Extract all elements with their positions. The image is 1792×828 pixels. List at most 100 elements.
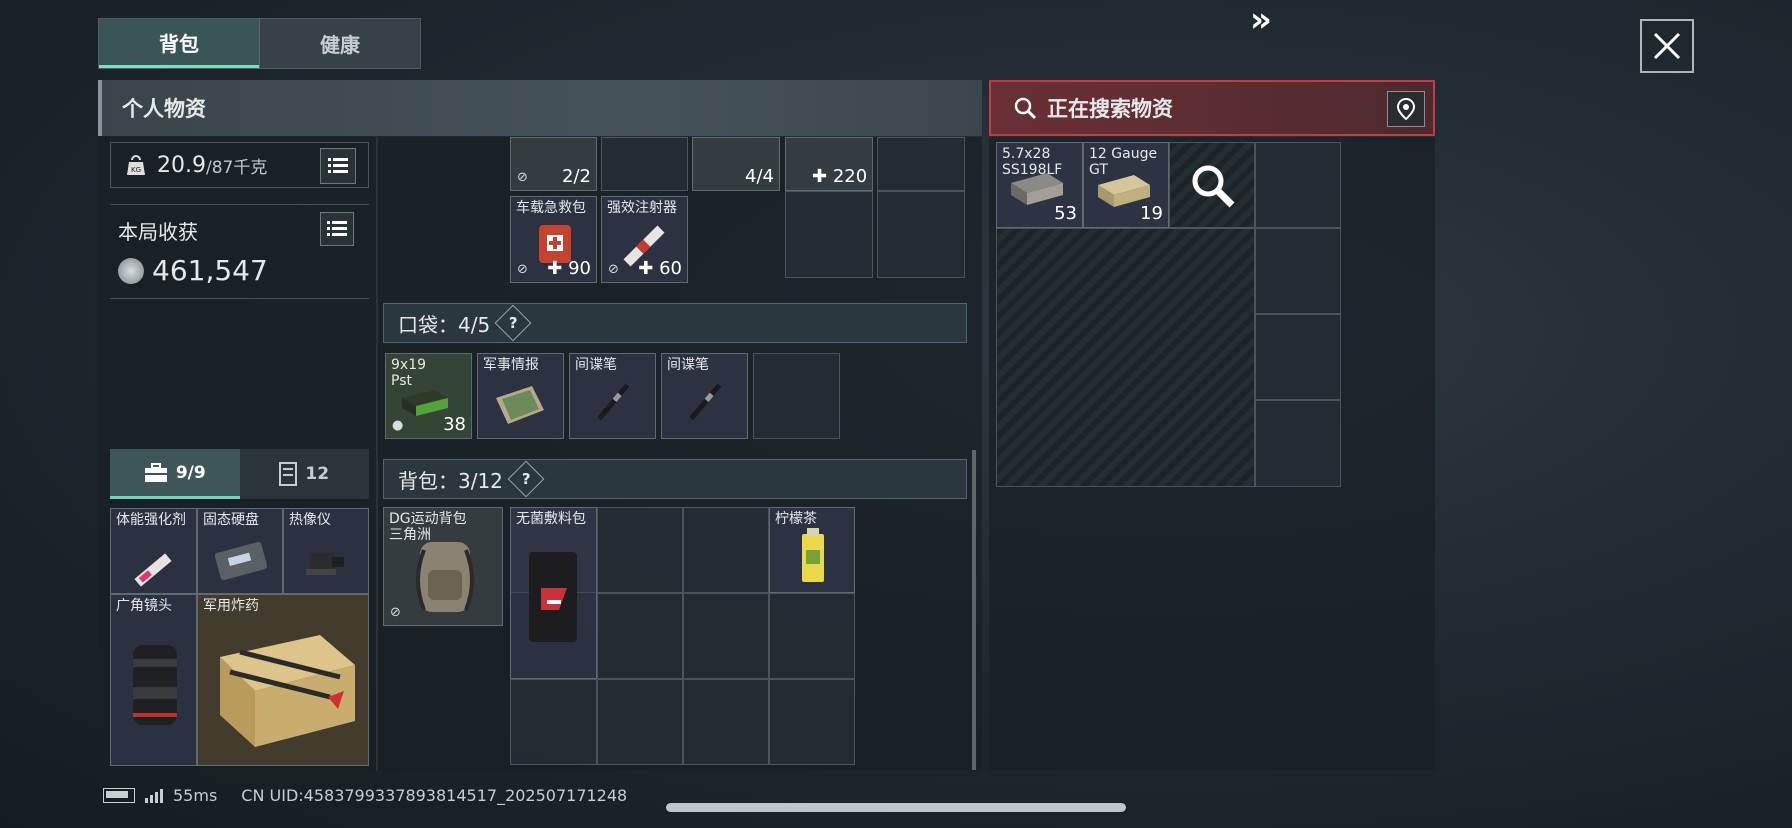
no-insure-icon: ⊘ <box>517 170 528 185</box>
item-count-value: 220 <box>832 166 868 187</box>
rig-item-firstaid[interactable]: 车载急救包 ⊘ ✚ 90 <box>510 196 597 283</box>
item-count: ✚ 60 <box>638 258 682 279</box>
search-icon <box>1192 165 1235 208</box>
briefcase-icon <box>144 462 167 482</box>
item-name: 热像仪 <box>289 512 331 528</box>
safe-item-stim[interactable]: 体能强化剂 <box>110 508 197 594</box>
search-item-12-gauge[interactable]: 12 Gauge GT 19 <box>1083 142 1169 228</box>
question-icon[interactable]: ? <box>507 460 545 498</box>
search-title: 正在搜索物资 <box>1047 97 1173 121</box>
backpack-slot[interactable] <box>683 593 769 679</box>
rig-item-3[interactable]: ✚ 220 <box>785 137 873 191</box>
pocket-item-spy-pen-2[interactable]: 间谍笔 <box>661 353 748 439</box>
explosive-crate-icon <box>220 635 355 747</box>
item-count: 2/2 <box>562 166 591 187</box>
backpack-slot[interactable] <box>597 507 683 593</box>
weight-list-button[interactable] <box>320 148 356 184</box>
marker-dot: ● <box>392 418 404 433</box>
backpack-slot[interactable] <box>597 593 683 679</box>
list-icon <box>327 221 347 236</box>
pocket-item-intel[interactable]: 军事情报 <box>477 353 564 439</box>
search-header: 正在搜索物资 <box>989 80 1435 136</box>
lens-icon <box>133 645 177 725</box>
safe-item-ssd[interactable]: 固态硬盘 <box>197 508 283 594</box>
intel-tablet-icon <box>496 386 544 424</box>
backpack-bar: 背包：3/12 ? <box>383 459 967 499</box>
rig-slot[interactable] <box>785 191 873 278</box>
backpack-label: 背包：3/12 <box>398 468 503 493</box>
rig-slot[interactable] <box>877 191 965 278</box>
signal-icon <box>145 788 163 803</box>
item-name: 车载急救包 <box>516 200 586 216</box>
equipped-backpack[interactable]: DG运动背包 三角洲 ⊘ <box>383 507 503 626</box>
lemon-tea-icon <box>802 528 824 582</box>
syringe-icon <box>134 553 172 587</box>
tab-backpack[interactable]: 背包 <box>99 19 259 68</box>
safe-item-lens[interactable]: 广角镜头 <box>110 594 197 766</box>
backpack-item-bandage[interactable]: 无菌敷料包 <box>510 507 597 679</box>
pocket-item-ammo[interactable]: 9x19 Pst ● 38 <box>385 353 472 439</box>
backpack-slot[interactable] <box>769 593 855 679</box>
close-button[interactable] <box>1640 19 1694 73</box>
tab-storage[interactable]: 12 <box>240 449 370 499</box>
pocket-item-spy-pen-1[interactable]: 间谍笔 <box>569 353 656 439</box>
rig-item-1[interactable]: 2/2 ⊘ <box>510 137 597 191</box>
item-name: 无菌敷料包 <box>516 511 586 527</box>
coin-icon <box>118 257 144 284</box>
tab-safe-box[interactable]: 9/9 <box>110 449 240 499</box>
rig-item-2[interactable]: 4/4 <box>692 137 780 191</box>
backpack-slot[interactable] <box>683 507 769 593</box>
backpack-slot[interactable] <box>769 679 855 765</box>
item-count: 4/4 <box>745 166 774 187</box>
item-count: 19 <box>1140 203 1163 224</box>
main-tabs: 背包 健康 <box>98 18 421 69</box>
question-icon[interactable]: ? <box>494 304 532 342</box>
item-count: ✚ 220 <box>812 166 868 187</box>
backpack-slot[interactable] <box>597 679 683 765</box>
item-count: ✚ 90 <box>547 258 591 279</box>
tab-health[interactable]: 健康 <box>259 19 420 68</box>
backpack-icon <box>416 542 474 612</box>
rig-slot[interactable] <box>601 137 688 191</box>
search-slot-searching[interactable] <box>1169 142 1255 228</box>
pocket-label: 口袋：4/5 <box>398 312 491 337</box>
ping-value: 55ms <box>173 786 218 805</box>
search-slot[interactable] <box>1255 228 1341 314</box>
storage-count: 12 <box>305 464 330 484</box>
search-slot[interactable] <box>1255 400 1341 487</box>
rig-item-injector[interactable]: 强效注射器 ⊘ ✚ 60 <box>601 196 688 283</box>
item-name: 间谍笔 <box>667 357 709 373</box>
thermal-scope-icon <box>306 553 344 575</box>
location-pin-icon <box>1397 98 1415 120</box>
status-bar: 55ms CN UID:4583799337893814517_20250717… <box>103 786 627 805</box>
uid-text: CN UID:4583799337893814517_202507171248 <box>241 786 628 805</box>
collapse-arrows-icon[interactable]: » <box>1250 0 1272 40</box>
backpack-item-lemon-tea[interactable]: 柠檬茶 <box>769 507 855 593</box>
safe-item-explosive[interactable]: 军用炸药 <box>197 594 369 766</box>
search-slot[interactable] <box>1255 314 1341 400</box>
search-item-ammo-57[interactable]: 5.7x28 SS198LF 53 <box>996 142 1083 228</box>
home-indicator[interactable] <box>666 803 1126 812</box>
item-name: 间谍笔 <box>575 357 617 373</box>
item-name: 固态硬盘 <box>203 512 259 528</box>
spy-pen-icon <box>689 383 722 421</box>
item-name: 强效注射器 <box>607 200 677 216</box>
pocket-slot-empty[interactable] <box>753 353 840 439</box>
search-slot[interactable] <box>1255 142 1341 228</box>
harvest-value: 461,547 <box>118 254 268 287</box>
weight-current: 20.9 <box>157 152 206 178</box>
backpack-slot[interactable] <box>510 679 597 765</box>
search-icon <box>1014 97 1037 120</box>
rig-slot[interactable] <box>877 137 965 191</box>
harvest-label: 本局收获 <box>118 220 198 244</box>
item-name: 体能强化剂 <box>116 512 186 528</box>
no-insure-icon: ⊘ <box>390 605 401 620</box>
personal-supplies-header: 个人物资 <box>98 80 982 136</box>
safe-item-thermal[interactable]: 热像仪 <box>283 508 369 594</box>
scrollbar[interactable] <box>972 450 976 770</box>
harvest-list-button[interactable] <box>320 212 354 246</box>
backpack-slot[interactable] <box>683 679 769 765</box>
item-name: 9x19 Pst <box>391 357 427 389</box>
panel-divider <box>376 137 378 771</box>
location-button[interactable] <box>1387 91 1425 127</box>
